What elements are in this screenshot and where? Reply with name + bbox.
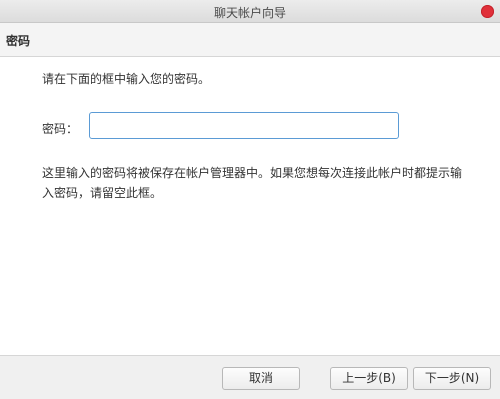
back-button[interactable]: 上一步(B) — [330, 367, 408, 390]
wizard-window: 聊天帐户向导 密码 请在下面的框中输入您的密码。 密码： 这里输入的密码将被保存… — [0, 0, 500, 399]
page-header: 密码 — [0, 23, 500, 57]
close-icon[interactable] — [481, 5, 494, 18]
instruction-text: 请在下面的框中输入您的密码。 — [42, 72, 211, 86]
password-label: 密码： — [42, 122, 79, 136]
password-input[interactable] — [89, 112, 399, 139]
description-text: 这里输入的密码将被保存在帐户管理器中。如果您想每次连接此帐户时都提示输入密码，请… — [42, 166, 463, 200]
window-title: 聊天帐户向导 — [213, 6, 286, 20]
next-button[interactable]: 下一步(N) — [413, 367, 491, 390]
cancel-button[interactable]: 取消 — [222, 367, 300, 390]
wizard-content: 请在下面的框中输入您的密码。 密码： 这里输入的密码将被保存在帐户管理器中。如果… — [0, 57, 500, 355]
page-title: 密码 — [6, 34, 31, 48]
button-bar: 取消 上一步(B) 下一步(N) — [0, 355, 500, 399]
title-bar: 聊天帐户向导 — [0, 0, 500, 23]
